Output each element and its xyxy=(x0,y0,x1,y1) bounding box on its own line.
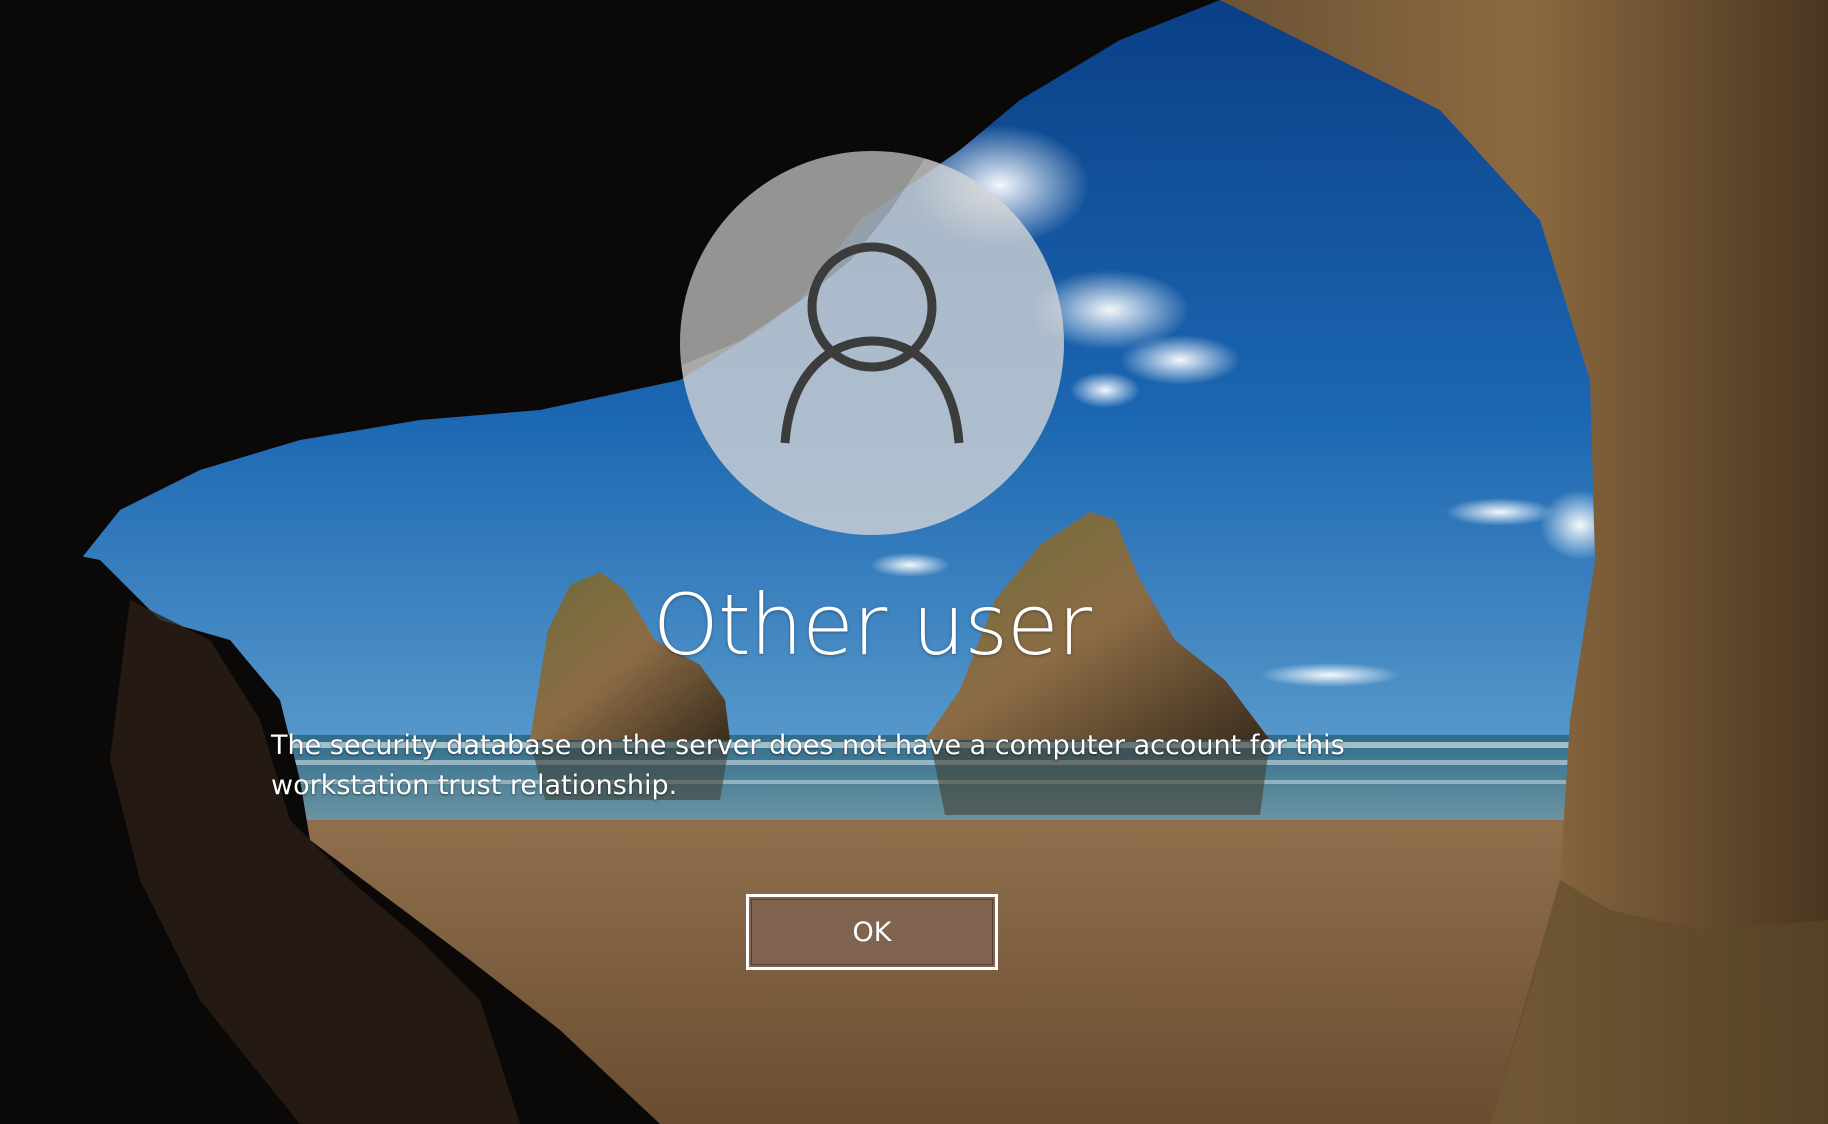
user-avatar xyxy=(680,151,1064,535)
error-message: The security database on the server does… xyxy=(271,730,1345,801)
lock-screen: Other user The security database on the … xyxy=(0,0,1828,1124)
user-name: Other user xyxy=(652,576,1092,674)
ok-button[interactable]: OK xyxy=(746,894,998,970)
person-icon xyxy=(680,151,964,444)
ok-button-label: OK xyxy=(852,916,892,948)
